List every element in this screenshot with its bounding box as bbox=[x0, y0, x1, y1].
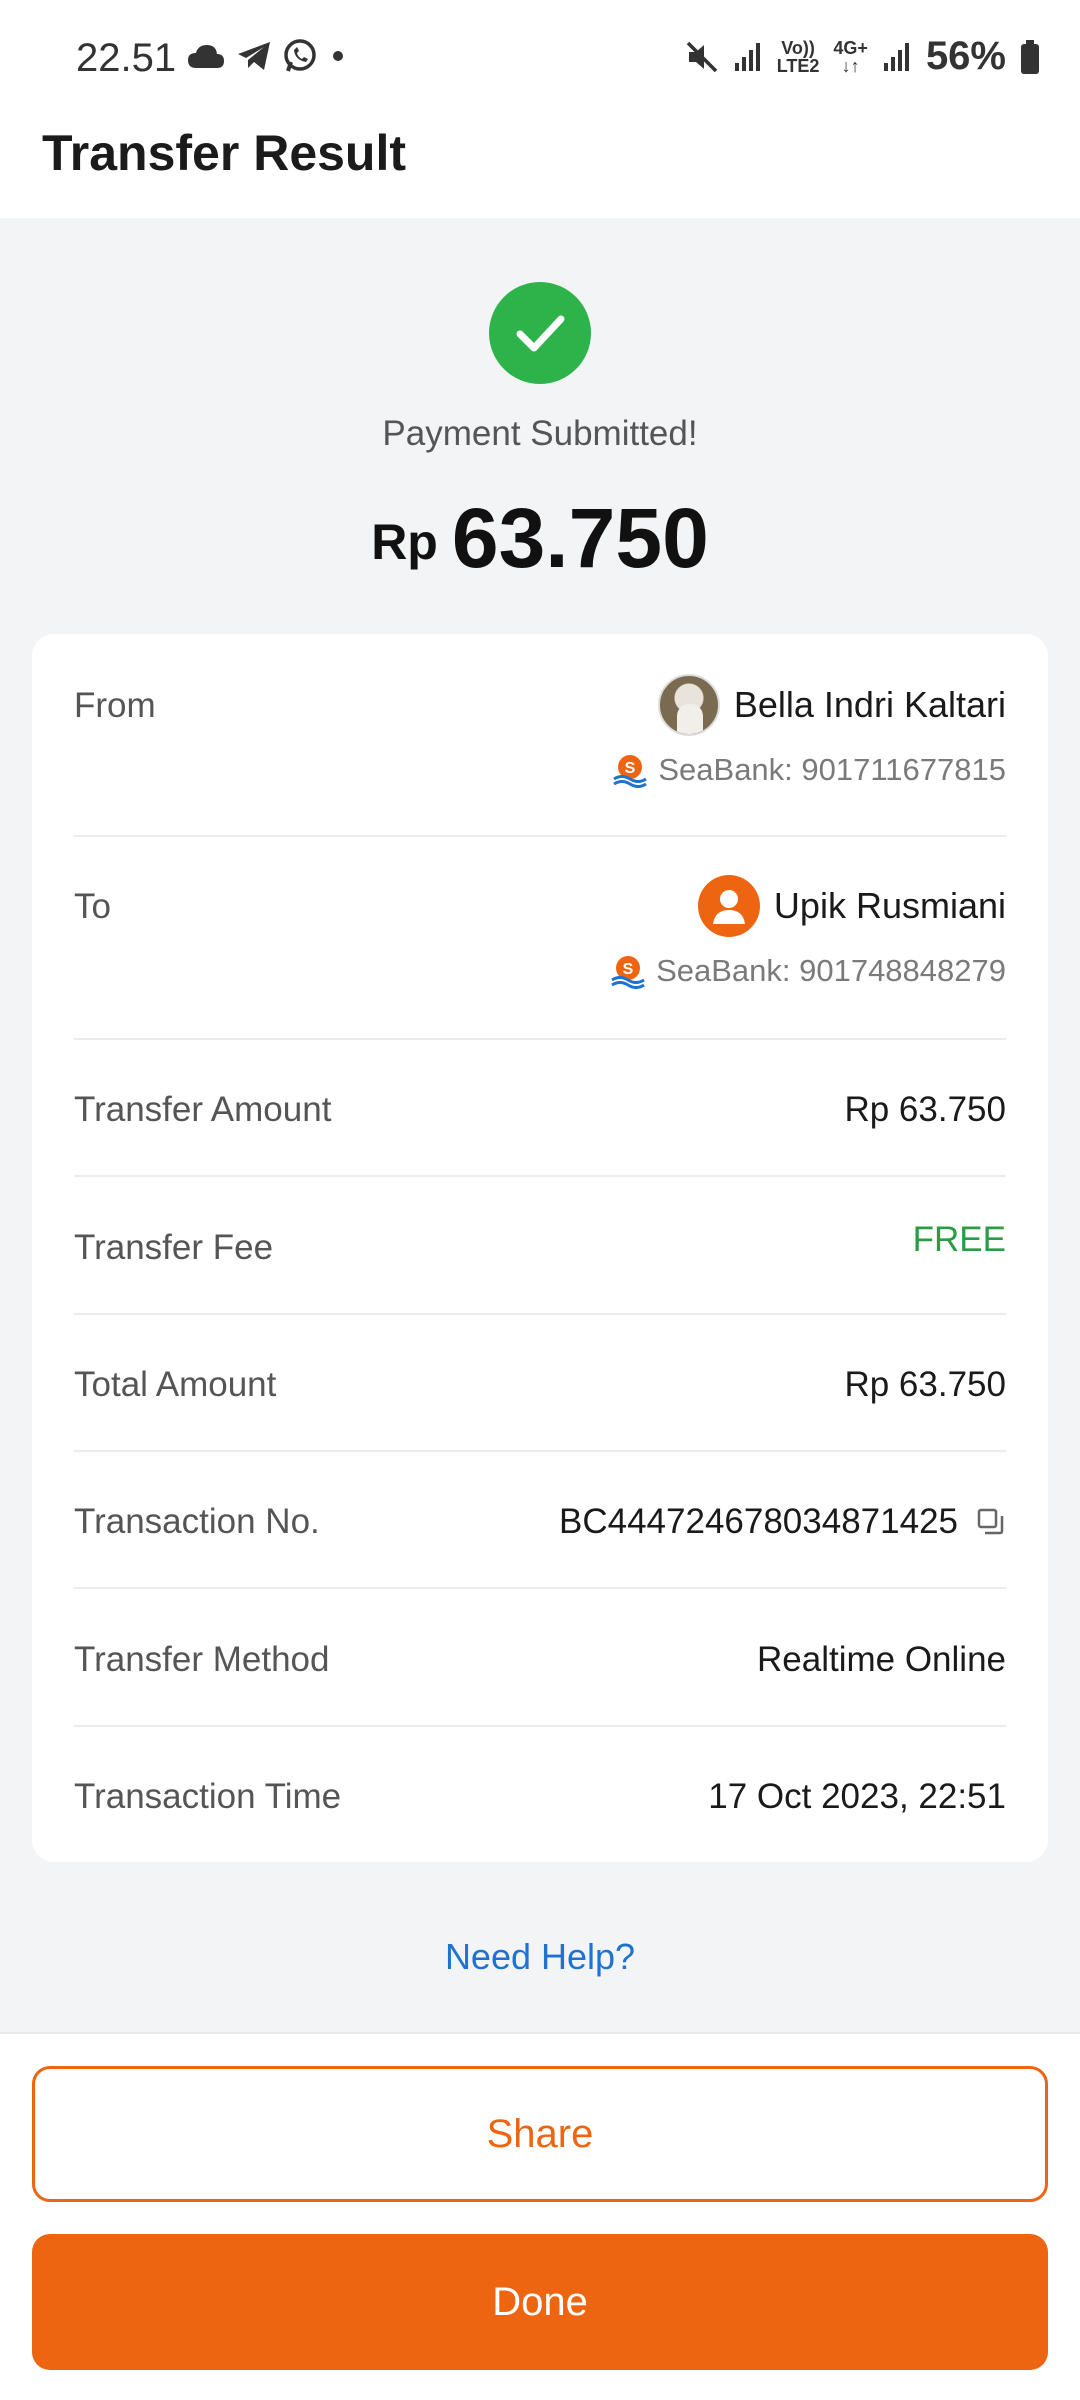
recipient: Upik Rusmiani bbox=[697, 875, 1006, 937]
svg-text:S: S bbox=[623, 961, 634, 978]
transaction-time-row: Transaction Time 17 Oct 2023, 22:51 bbox=[74, 1727, 1006, 1862]
transfer-fee-label: Transfer Fee bbox=[74, 1228, 274, 1267]
recipient-avatar bbox=[697, 875, 760, 937]
transaction-time-label: Transaction Time bbox=[74, 1777, 342, 1816]
cloud-icon bbox=[188, 45, 224, 68]
transfer-method-label: Transfer Method bbox=[74, 1640, 330, 1679]
volte-indicator: Vo)) LTE2 bbox=[776, 37, 820, 76]
currency-label: Rp bbox=[371, 514, 438, 570]
from-row: From Bella Indri Kaltari S SeaBank: 9017… bbox=[74, 634, 1006, 837]
need-help-link[interactable]: Need Help? bbox=[0, 1936, 1080, 1978]
network-indicator: 4G+ ↓↑ bbox=[833, 37, 868, 76]
page-title: Transfer Result bbox=[42, 125, 407, 181]
transaction-no-row: Transaction No. BC444724678034871425 bbox=[74, 1452, 1006, 1589]
total-amount-row: Total Amount Rp 63.750 bbox=[74, 1315, 1006, 1452]
status-bar: 22.51 Vo)) LTE2 4G+ ↓↑ 56% bbox=[0, 0, 1080, 120]
status-time: 22.51 bbox=[76, 36, 177, 80]
transaction-no-label: Transaction No. bbox=[74, 1502, 320, 1541]
transfer-amount-label: Transfer Amount bbox=[74, 1090, 332, 1129]
recipient-name: Upik Rusmiani bbox=[773, 885, 1006, 926]
recipient-account: S SeaBank: 901748848279 bbox=[610, 953, 1006, 989]
amount-value: 63.750 bbox=[451, 491, 709, 585]
transaction-details-card: From Bella Indri Kaltari S SeaBank: 9017… bbox=[32, 634, 1048, 1862]
telegram-icon bbox=[238, 42, 270, 70]
transfer-amount-row: Transfer Amount Rp 63.750 bbox=[74, 1040, 1006, 1177]
system-icons: Vo)) LTE2 4G+ ↓↑ 56% bbox=[685, 34, 1040, 79]
payment-status: Payment Submitted! bbox=[382, 414, 698, 453]
transaction-no-text: BC444724678034871425 bbox=[559, 1502, 958, 1541]
battery-icon bbox=[1021, 39, 1039, 74]
recipient-account-number: SeaBank: 901748848279 bbox=[656, 953, 1006, 988]
check-circle-icon bbox=[489, 282, 591, 384]
sender-name: Bella Indri Kaltari bbox=[733, 684, 1006, 725]
transfer-fee-value: FREE bbox=[912, 1220, 1006, 1259]
transfer-amount-value: Rp 63.750 bbox=[844, 1090, 1006, 1129]
user-icon bbox=[712, 890, 745, 924]
from-label: From bbox=[74, 686, 156, 725]
signal-icon bbox=[883, 42, 909, 71]
mute-icon bbox=[686, 41, 717, 72]
share-button[interactable]: Share bbox=[32, 2066, 1048, 2202]
transfer-method-row: Transfer Method Realtime Online bbox=[74, 1589, 1006, 1727]
to-label: To bbox=[74, 887, 111, 926]
svg-text:S: S bbox=[625, 760, 636, 777]
sender-account: S SeaBank: 901711677815 bbox=[612, 752, 1006, 788]
transaction-time-value: 17 Oct 2023, 22:51 bbox=[708, 1777, 1006, 1816]
transfer-fee-row: Transfer Fee FREE bbox=[74, 1177, 1006, 1315]
done-button[interactable]: Done bbox=[32, 2234, 1048, 2370]
transfer-total-amount: Rp 63.750 bbox=[0, 490, 1080, 587]
total-amount-value: Rp 63.750 bbox=[844, 1365, 1006, 1404]
transaction-no-value: BC444724678034871425 bbox=[559, 1502, 1006, 1542]
notification-icons bbox=[186, 38, 348, 74]
seabank-icon: S bbox=[613, 755, 648, 788]
app-bar: Transfer Result bbox=[0, 120, 1080, 218]
whatsapp-icon bbox=[284, 39, 316, 72]
bottom-action-bar: Share Done bbox=[0, 2032, 1080, 2400]
battery-percent: 56% bbox=[925, 34, 1006, 78]
seabank-icon: S bbox=[611, 956, 645, 989]
transfer-method-value: Realtime Online bbox=[757, 1640, 1006, 1679]
to-row: To Upik Rusmiani S SeaBank: 901748848279 bbox=[74, 837, 1006, 1040]
sender-avatar bbox=[657, 674, 720, 736]
sender: Bella Indri Kaltari bbox=[657, 674, 1006, 736]
copy-icon[interactable] bbox=[976, 1507, 1006, 1537]
dot-icon bbox=[333, 51, 343, 61]
sender-account-number: SeaBank: 901711677815 bbox=[658, 752, 1006, 787]
signal-icon bbox=[734, 42, 760, 71]
total-amount-label: Total Amount bbox=[74, 1365, 277, 1404]
